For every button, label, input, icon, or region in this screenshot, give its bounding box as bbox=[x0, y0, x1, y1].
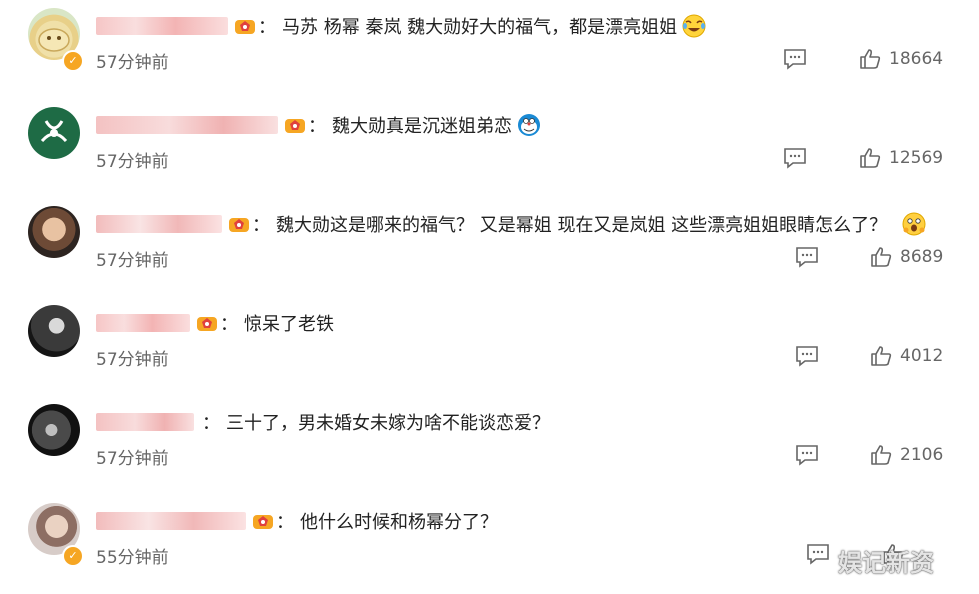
crying-laughing-emoji-icon bbox=[681, 13, 707, 39]
comment-text: 魏大勋这是哪来的福气？ 又是幂姐 现在又是岚姐 这些漂亮姐姐眼睛怎么了？ bbox=[276, 215, 888, 236]
thumbs-up-icon bbox=[860, 49, 881, 69]
avatar[interactable] bbox=[28, 107, 80, 159]
like-count: 18664 bbox=[889, 49, 944, 69]
comment-text: 他什么时候和杨幂分了？ bbox=[300, 512, 498, 533]
like-button[interactable]: 12569 bbox=[859, 147, 943, 169]
thumbs-up-icon bbox=[860, 148, 881, 168]
vip-crown-icon bbox=[234, 16, 256, 36]
like-button[interactable]: 18664 bbox=[859, 48, 943, 70]
comment-item: ✓ ： 他什么时候和杨幂分了？ 55分钟前 bbox=[0, 495, 979, 594]
comment-text: 三十了，男未婚女未嫁为啥不能谈恋爱？ bbox=[226, 413, 550, 434]
colon: ： bbox=[252, 215, 270, 236]
comment-text: 魏大勋真是沉迷姐弟恋 bbox=[332, 116, 512, 137]
colon: ： bbox=[220, 314, 238, 335]
reply-icon[interactable] bbox=[795, 345, 819, 367]
timestamp: 55分钟前 bbox=[96, 548, 169, 568]
comment-text: 马苏 杨幂 秦岚 魏大勋好大的福气，都是漂亮姐姐 bbox=[282, 17, 678, 38]
timestamp: 57分钟前 bbox=[96, 152, 169, 172]
avatar[interactable] bbox=[28, 206, 80, 258]
vip-crown-icon bbox=[196, 313, 218, 333]
username-blurred[interactable] bbox=[96, 314, 190, 332]
like-count: 4012 bbox=[900, 346, 944, 366]
username-blurred[interactable] bbox=[96, 116, 278, 134]
colon: ： bbox=[308, 116, 326, 137]
vip-crown-icon bbox=[284, 115, 306, 135]
colon: ： bbox=[276, 512, 294, 533]
avatar[interactable] bbox=[28, 305, 80, 357]
timestamp: 57分钟前 bbox=[96, 350, 169, 370]
reply-icon[interactable] bbox=[783, 48, 807, 70]
vip-crown-icon bbox=[228, 214, 250, 234]
like-button[interactable]: 2106 bbox=[870, 444, 943, 466]
comment-item: ： 惊呆了老铁 57分钟前 4012 bbox=[0, 297, 979, 396]
avatar[interactable] bbox=[28, 404, 80, 456]
watermark: 娱记新资 bbox=[838, 549, 934, 577]
comment-text: 惊呆了老铁 bbox=[244, 314, 334, 335]
like-count: 12569 bbox=[889, 148, 944, 168]
reply-icon[interactable] bbox=[795, 444, 819, 466]
colon: ： bbox=[202, 413, 220, 434]
reply-icon[interactable] bbox=[806, 543, 830, 565]
comment-item: ： 魏大勋真是沉迷姐弟恋 57分钟前 12569 bbox=[0, 99, 979, 198]
timestamp: 57分钟前 bbox=[96, 53, 169, 73]
colon: ： bbox=[258, 17, 276, 38]
timestamp: 57分钟前 bbox=[96, 251, 169, 271]
thumbs-up-icon bbox=[871, 247, 892, 267]
reply-icon[interactable] bbox=[783, 147, 807, 169]
comment-item: ✓ ： 马苏 杨幂 秦岚 魏大勋好大的福气，都是漂亮姐姐 57分钟前 18664 bbox=[0, 0, 979, 99]
vip-crown-icon bbox=[252, 511, 274, 531]
reply-icon[interactable] bbox=[795, 246, 819, 268]
timestamp: 57分钟前 bbox=[96, 449, 169, 469]
verified-badge-icon: ✓ bbox=[62, 50, 84, 72]
like-button[interactable]: 4012 bbox=[870, 345, 943, 367]
username-blurred[interactable] bbox=[96, 413, 194, 431]
like-button[interactable]: 8689 bbox=[870, 246, 943, 268]
verified-badge-icon: ✓ bbox=[62, 545, 84, 567]
comment-item: ： 魏大勋这是哪来的福气？ 又是幂姐 现在又是岚姐 这些漂亮姐姐眼睛怎么了？ 5… bbox=[0, 198, 979, 297]
like-count: 8689 bbox=[900, 247, 944, 267]
comment-item: ： 三十了，男未婚女未嫁为啥不能谈恋爱？ 57分钟前 2106 bbox=[0, 396, 979, 495]
username-blurred[interactable] bbox=[96, 215, 222, 233]
username-blurred[interactable] bbox=[96, 17, 228, 35]
doraemon-emoji-icon bbox=[516, 112, 542, 138]
like-count: 2106 bbox=[900, 445, 944, 465]
shocked-emoji-icon bbox=[901, 211, 927, 237]
username-blurred[interactable] bbox=[96, 512, 246, 530]
thumbs-up-icon bbox=[871, 445, 892, 465]
thumbs-up-icon bbox=[871, 346, 892, 366]
